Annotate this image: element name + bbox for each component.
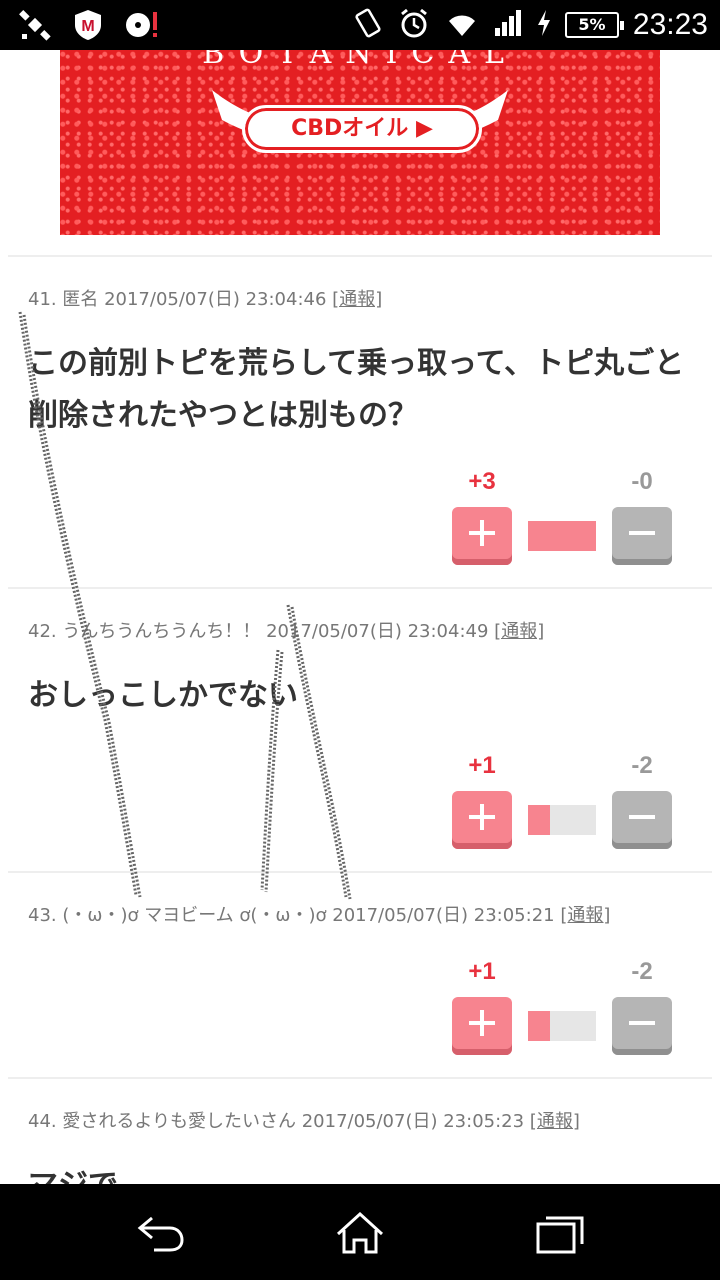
vote-ratio-bar <box>528 1011 596 1041</box>
divider <box>8 1077 712 1079</box>
mcafee-icon: M <box>72 8 104 46</box>
banner-brand: BOTANICAL <box>202 50 518 71</box>
vibrate-icon <box>353 6 383 44</box>
vote-ratio-fill <box>528 521 596 551</box>
minus-vote-button[interactable] <box>612 507 672 565</box>
vote-ratio-bar <box>528 521 596 551</box>
report-link[interactable]: [通報] <box>494 621 544 642</box>
status-time: 23:23 <box>632 8 708 41</box>
status-bar-notifications: M <box>18 8 160 46</box>
banner-cta-button[interactable]: CBDオイル ▶ <box>242 105 482 153</box>
minus-score: -0 <box>631 468 653 495</box>
charging-icon <box>537 9 551 41</box>
navigation-bar <box>0 1184 720 1280</box>
back-icon <box>137 1216 184 1252</box>
wifi-icon <box>445 8 479 42</box>
comment-meta: 41. 匿名 2017/05/07(日) 23:04:46 [通報] <box>28 285 382 311</box>
battery-indicator: 5% <box>564 12 624 38</box>
comment-meta-text: 44. 愛されるよりも愛したいさん 2017/05/07(日) 23:05:23 <box>28 1111 525 1132</box>
comment-meta: 42. うんちうんちうんち！！ 2017/05/07(日) 23:04:49 [… <box>28 617 544 643</box>
comment-meta: 43. (・ω・)ơ マヨビーム ơ(・ω・)ơ 2017/05/07(日) 2… <box>28 901 610 927</box>
minus-vote-button[interactable] <box>612 997 672 1055</box>
status-bar: M 5% 23:23 <box>0 0 720 50</box>
recents-icon <box>536 1216 584 1254</box>
comment-meta-text: 42. うんちうんちうんち！！ 2017/05/07(日) 23:04:49 <box>28 621 489 642</box>
home-icon <box>336 1211 384 1254</box>
minus-score: -2 <box>631 958 653 985</box>
comment-body: この前別トピを荒らして乗っ取って、トピ丸ごと削除されたやつとは別もの？ <box>28 346 685 433</box>
divider <box>8 871 712 873</box>
minus-icon <box>629 531 655 535</box>
report-link[interactable]: [通報] <box>332 289 382 310</box>
disc-alert-icon <box>124 8 160 46</box>
status-bar-system: 5% 23:23 <box>353 6 708 44</box>
plus-icon <box>469 1010 495 1036</box>
satellite-icon <box>18 8 52 46</box>
report-link[interactable]: [通報] <box>530 1111 580 1132</box>
comment-body: おしっこしかでない <box>28 678 298 713</box>
minus-icon <box>629 1021 655 1025</box>
plus-icon <box>469 804 495 830</box>
plus-vote-button[interactable] <box>452 507 512 565</box>
plus-vote-button[interactable] <box>452 997 512 1055</box>
vote-ratio-fill <box>528 805 551 835</box>
signal-icon <box>493 8 523 42</box>
report-link[interactable]: [通報] <box>560 905 610 926</box>
minus-score: -2 <box>631 752 653 779</box>
plus-score: +1 <box>468 752 496 779</box>
plus-score: +3 <box>468 468 496 495</box>
minus-icon <box>629 815 655 819</box>
divider <box>8 255 712 257</box>
comment-meta-text: 41. 匿名 2017/05/07(日) 23:04:46 <box>28 289 327 310</box>
comment-meta-text: 43. (・ω・)ơ マヨビーム ơ(・ω・)ơ 2017/05/07(日) 2… <box>28 905 555 926</box>
comment-meta: 44. 愛されるよりも愛したいさん 2017/05/07(日) 23:05:23… <box>28 1107 580 1133</box>
minus-vote-button[interactable] <box>612 791 672 849</box>
plus-vote-button[interactable] <box>452 791 512 849</box>
ad-banner[interactable]: BOTANICAL CBDオイル ▶ <box>60 50 660 235</box>
recents-button[interactable] <box>530 1212 590 1256</box>
back-button[interactable] <box>130 1212 190 1256</box>
svg-text:M: M <box>81 18 94 35</box>
home-button[interactable] <box>330 1211 390 1256</box>
divider <box>8 587 712 589</box>
plus-score: +1 <box>468 958 496 985</box>
alarm-icon <box>397 6 431 44</box>
vote-ratio-fill <box>528 1011 551 1041</box>
plus-icon <box>469 520 495 546</box>
vote-ratio-bar <box>528 805 596 835</box>
